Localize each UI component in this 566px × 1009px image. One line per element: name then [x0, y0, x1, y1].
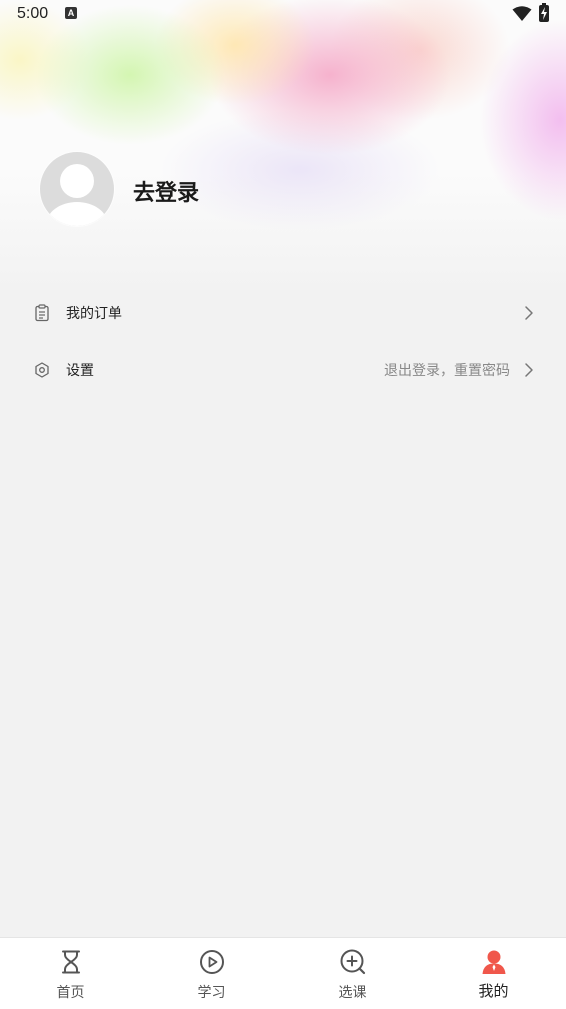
- bottom-tab-bar: 首页 学习 选课 我的: [0, 937, 566, 1009]
- menu-item-orders[interactable]: 我的订单: [0, 285, 566, 341]
- tab-study-label: 学习: [197, 985, 226, 1001]
- tab-mine[interactable]: 我的: [423, 938, 564, 1008]
- status-bar: 5:00 A: [0, 0, 566, 30]
- tab-mine-label: 我的: [478, 982, 509, 1000]
- clipboard-icon: [35, 304, 49, 322]
- login-link[interactable]: 去登录: [133, 175, 199, 207]
- notification-app-icon: A: [65, 7, 77, 19]
- menu-item-settings[interactable]: 设置 退出登录，重置密码: [0, 342, 566, 398]
- wifi-icon: [512, 6, 532, 21]
- chevron-right-icon: [525, 363, 533, 377]
- menu-item-settings-hint: 退出登录，重置密码: [384, 363, 510, 379]
- avatar-head-shape: [60, 164, 94, 198]
- tab-home[interactable]: 首页: [0, 938, 141, 1008]
- status-time: 5:00: [17, 5, 49, 22]
- tab-courses-label: 选课: [338, 985, 367, 1001]
- play-circle-icon: [199, 950, 224, 974]
- menu-item-settings-label: 设置: [66, 363, 94, 379]
- plus-search-icon: [340, 949, 365, 975]
- avatar[interactable]: [40, 152, 114, 226]
- tab-courses[interactable]: 选课: [282, 938, 423, 1008]
- tab-study[interactable]: 学习: [141, 938, 282, 1008]
- tab-home-label: 首页: [56, 985, 85, 1001]
- hourglass-icon: [61, 950, 80, 974]
- battery-icon: [539, 3, 549, 22]
- chevron-right-icon: [525, 306, 533, 320]
- settings-hexagon-icon: [35, 362, 49, 378]
- header-background: [0, 0, 566, 290]
- user-icon: [482, 950, 505, 974]
- avatar-body-shape: [46, 202, 108, 226]
- menu-item-orders-label: 我的订单: [66, 306, 122, 322]
